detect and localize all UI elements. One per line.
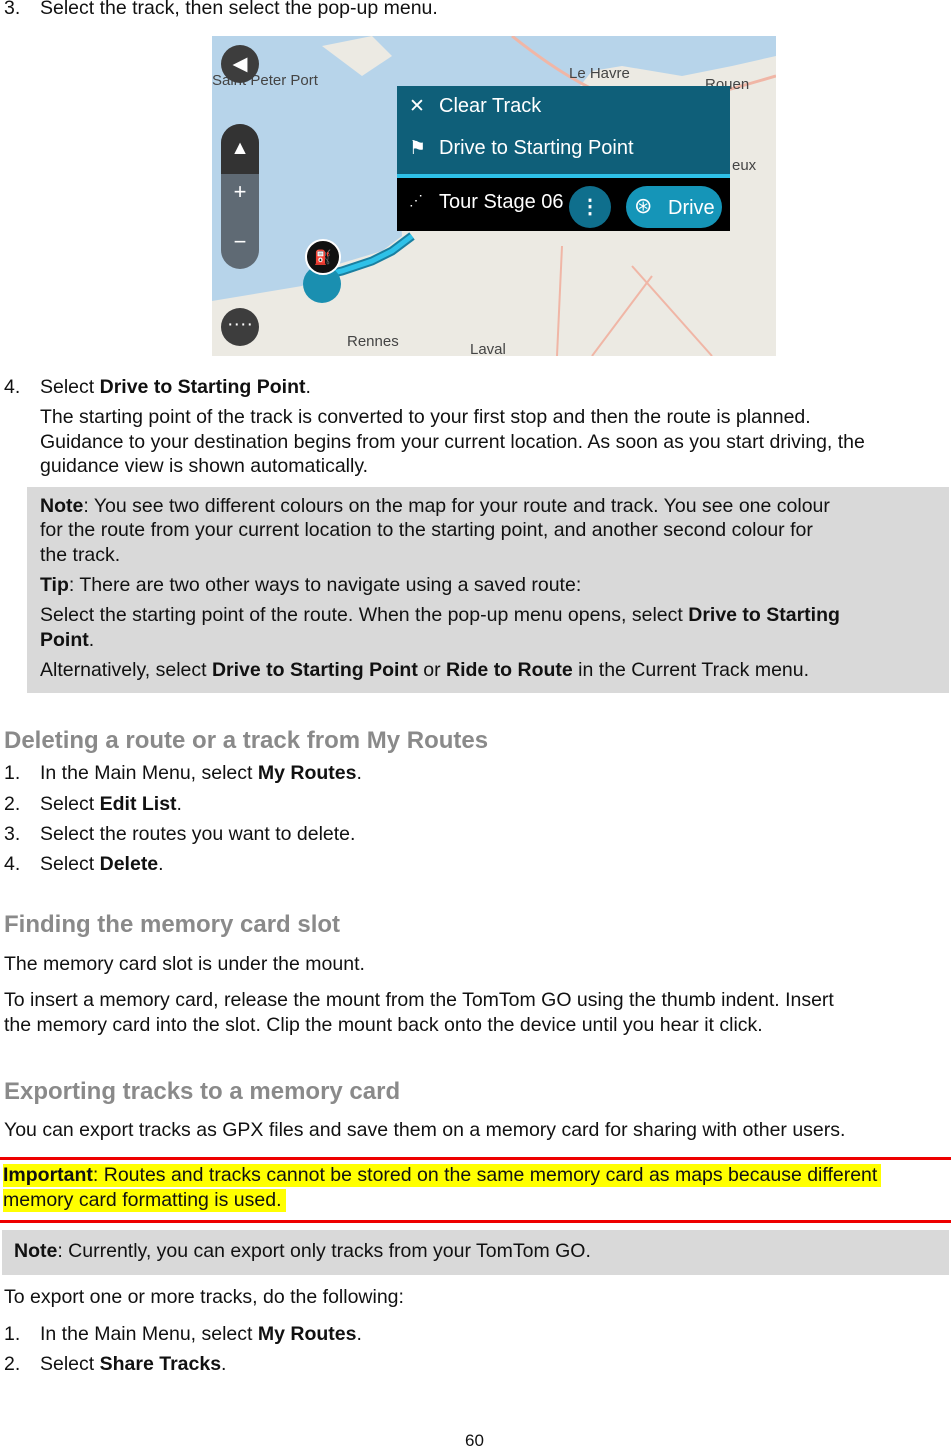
clear-track-menu-item[interactable]: ✕ Clear Track bbox=[397, 86, 730, 128]
zoom-out-icon[interactable]: − bbox=[221, 229, 259, 255]
step-number: 1. bbox=[4, 762, 21, 784]
steering-wheel-icon: ⊛ bbox=[634, 193, 653, 218]
tip-line: Point. bbox=[40, 629, 95, 651]
track-icon: ⋰ bbox=[409, 192, 423, 208]
step-text: Select Drive to Starting Point. bbox=[40, 376, 311, 398]
note-line: the track. bbox=[40, 544, 121, 566]
map-label: Rennes bbox=[347, 333, 399, 350]
note-line: Note: You see two different colours on t… bbox=[40, 495, 830, 517]
step-number: 2. bbox=[4, 1353, 21, 1375]
step-text: Select Delete. bbox=[40, 853, 164, 875]
note-line: Note: Currently, you can export only tra… bbox=[14, 1240, 591, 1262]
important-line: memory card formatting is used. bbox=[3, 1189, 286, 1212]
tip-line: Select the starting point of the route. … bbox=[40, 604, 840, 626]
drive-label: Drive bbox=[668, 197, 715, 219]
paragraph: The starting point of the track is conve… bbox=[40, 406, 811, 428]
paragraph: The memory card slot is under the mount. bbox=[4, 953, 365, 975]
zoom-controls: ▲ + − bbox=[221, 124, 259, 269]
section-heading: Finding the memory card slot bbox=[4, 911, 341, 938]
map-label: Le Havre bbox=[569, 65, 630, 82]
step-number: 4. bbox=[4, 376, 21, 398]
drive-to-start-label: Drive to Starting Point bbox=[439, 137, 634, 159]
section-heading: Deleting a route or a track from My Rout… bbox=[4, 727, 489, 754]
fuel-station-icon: ⛽ bbox=[305, 239, 341, 275]
flag-icon: ⚑ bbox=[409, 138, 427, 159]
track-name: Tour Stage 06 bbox=[439, 191, 564, 213]
map-label: Laval bbox=[470, 341, 506, 356]
step-text: Select the routes you want to delete. bbox=[40, 823, 356, 845]
step-text: Select Share Tracks. bbox=[40, 1353, 227, 1375]
page-number: 60 bbox=[465, 1431, 484, 1450]
tip-line: Tip: There are two other ways to navigat… bbox=[40, 574, 582, 596]
clear-track-label: Clear Track bbox=[439, 95, 542, 117]
step-text: In the Main Menu, select My Routes. bbox=[40, 762, 362, 784]
tip-line: Alternatively, select Drive to Starting … bbox=[40, 659, 810, 681]
track-bar: ⋰ Tour Stage 06 ⋮ ⊛ Drive bbox=[397, 174, 730, 231]
clear-track-icon: ✕ bbox=[409, 96, 425, 117]
note-box: Note: Currently, you can export only tra… bbox=[2, 1230, 949, 1275]
north-arrow-icon[interactable]: ▲ bbox=[221, 124, 259, 174]
paragraph: You can export tracks as GPX files and s… bbox=[4, 1119, 846, 1141]
paragraph: guidance view is shown automatically. bbox=[40, 455, 369, 477]
paragraph: To export one or more tracks, do the fol… bbox=[4, 1286, 404, 1308]
paragraph: the memory card into the slot. Clip the … bbox=[4, 1014, 763, 1036]
note-box: Note: You see two different colours on t… bbox=[27, 487, 949, 693]
step-text: In the Main Menu, select My Routes. bbox=[40, 1323, 362, 1345]
step-number: 3. bbox=[4, 823, 21, 845]
back-icon[interactable]: ◀ bbox=[221, 45, 259, 83]
zoom-in-icon[interactable]: + bbox=[221, 179, 259, 205]
step-number: 2. bbox=[4, 793, 21, 815]
section-heading: Exporting tracks to a memory card bbox=[4, 1078, 401, 1105]
more-options-button[interactable]: ⋮ bbox=[569, 186, 611, 228]
paragraph: Guidance to your destination begins from… bbox=[40, 431, 865, 453]
map-screenshot: Saint Peter Port Le Havre Rouen eux Renn… bbox=[212, 36, 776, 356]
important-divider-bottom bbox=[0, 1220, 951, 1223]
important-line: Important: Routes and tracks cannot be s… bbox=[3, 1164, 882, 1187]
more-icon[interactable]: ···· bbox=[221, 308, 259, 346]
step-number: 4. bbox=[4, 853, 21, 875]
popup-menu: ✕ Clear Track ⚑ Drive to Starting Point ⋰ … bbox=[397, 86, 730, 231]
map-label: eux bbox=[732, 157, 757, 174]
important-divider-top bbox=[0, 1157, 951, 1160]
step-text: Select the track, then select the pop-up… bbox=[40, 0, 438, 19]
drive-button[interactable]: ⊛ Drive bbox=[626, 186, 722, 228]
paragraph: To insert a memory card, release the mou… bbox=[4, 989, 834, 1011]
step-number: 3. bbox=[4, 0, 21, 19]
drive-to-starting-point-menu-item[interactable]: ⚑ Drive to Starting Point bbox=[397, 128, 730, 174]
step-text: Select Edit List. bbox=[40, 793, 182, 815]
note-line: for the route from your current location… bbox=[40, 519, 813, 541]
step-number: 1. bbox=[4, 1323, 21, 1345]
